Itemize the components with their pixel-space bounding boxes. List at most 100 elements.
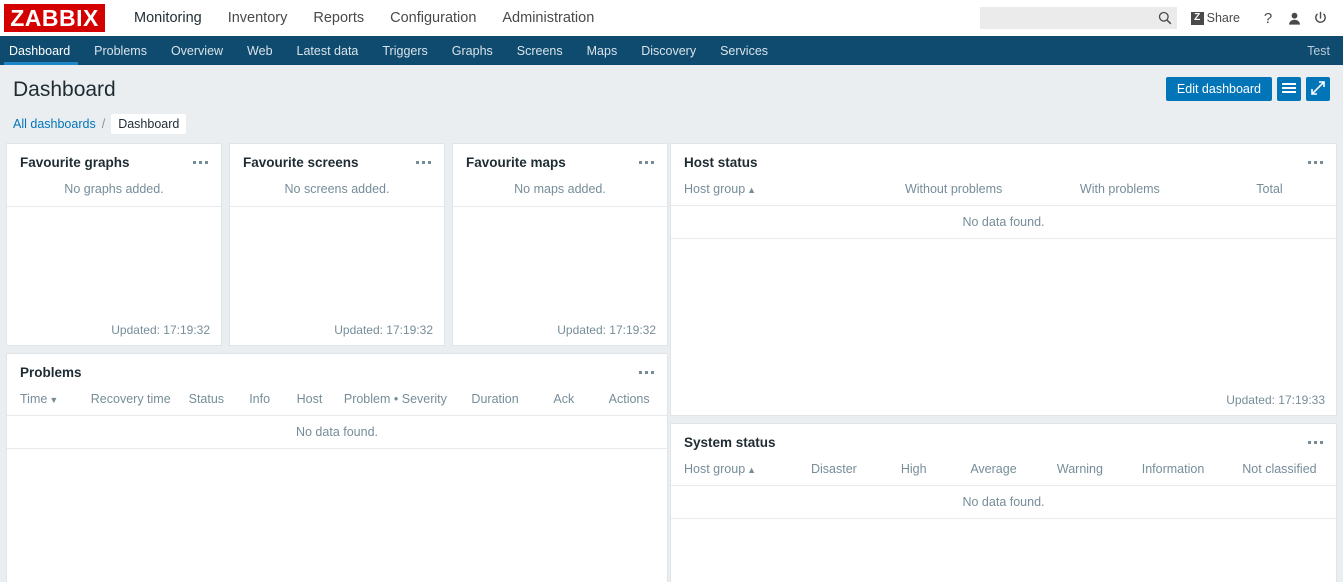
main-nav-item-monitoring[interactable]: Monitoring	[121, 0, 215, 45]
help-icon[interactable]: ?	[1255, 5, 1281, 31]
widget-problems: Problems Time ▼ Recovery time Status Info…	[6, 353, 668, 582]
empty-message: No screens added.	[230, 180, 444, 207]
column-host-group[interactable]: Host group ▲	[671, 180, 871, 206]
widget-title: Host status	[684, 154, 758, 170]
widget-favourite-screens: Favourite screens No screens added. Upda…	[229, 143, 445, 346]
widget-menu-icon[interactable]	[191, 155, 210, 170]
sub-nav-item-services[interactable]: Services	[708, 36, 780, 65]
sub-nav-item-discovery[interactable]: Discovery	[629, 36, 708, 65]
widget-favourite-graphs: Favourite graphs No graphs added. Update…	[6, 143, 222, 346]
widget-body: No maps added. Updated: 17:19:32	[453, 180, 667, 345]
main-navigation: Monitoring Inventory Reports Configurati…	[121, 0, 607, 45]
column-without-problems[interactable]: Without problems	[870, 180, 1037, 206]
main-nav-item-inventory[interactable]: Inventory	[215, 0, 301, 36]
current-user-label[interactable]: Test	[1307, 36, 1343, 65]
column-with-problems[interactable]: With problems	[1036, 180, 1203, 206]
top-header: ZABBIX Monitoring Inventory Reports Conf…	[0, 0, 1343, 45]
sub-nav-item-latest-data[interactable]: Latest data	[285, 36, 371, 65]
dashboard-grid: Favourite graphs No graphs added. Update…	[0, 143, 1343, 582]
sub-nav-item-triggers[interactable]: Triggers	[370, 36, 439, 65]
column-warning[interactable]: Warning	[1036, 460, 1124, 486]
column-ack[interactable]: Ack	[536, 390, 592, 416]
column-label: Host group	[684, 182, 746, 196]
column-not-classified[interactable]: Not classified	[1222, 460, 1336, 486]
widget-menu-icon[interactable]	[1306, 155, 1325, 170]
sub-nav-item-problems[interactable]: Problems	[82, 36, 159, 65]
widget-updated-time: Updated: 17:19:32	[111, 323, 210, 337]
sort-asc-icon: ▲	[747, 464, 757, 475]
widget-body: Time ▼ Recovery time Status Info Host Pro…	[7, 390, 667, 582]
sort-desc-icon: ▼	[49, 394, 59, 405]
problems-table: Time ▼ Recovery time Status Info Host Pro…	[7, 390, 667, 416]
system-status-table: Host group ▲ Disaster High Average Warnin…	[671, 460, 1336, 486]
widget-menu-icon[interactable]	[637, 365, 656, 380]
search-icon[interactable]	[1156, 9, 1174, 27]
share-badge-icon: Z	[1190, 11, 1204, 25]
user-icon[interactable]	[1281, 5, 1307, 31]
widget-host-status: Host status Host group ▲ Without problems…	[670, 143, 1337, 416]
zabbix-logo[interactable]: ZABBIX	[4, 4, 105, 32]
no-data-message: No data found.	[671, 486, 1336, 519]
dashboard-menu-button[interactable]	[1277, 77, 1301, 101]
column-label: Time	[20, 392, 48, 406]
widget-menu-icon[interactable]	[414, 155, 433, 170]
no-data-message: No data found.	[7, 416, 667, 449]
main-nav-item-administration[interactable]: Administration	[489, 0, 607, 36]
column-duration[interactable]: Duration	[453, 390, 537, 416]
host-status-table: Host group ▲ Without problems With proble…	[671, 180, 1336, 206]
widget-header: Host status	[671, 144, 1336, 180]
column-host[interactable]: Host	[281, 390, 337, 416]
sub-nav-item-screens[interactable]: Screens	[505, 36, 575, 65]
column-recovery-time[interactable]: Recovery time	[86, 390, 176, 416]
widget-header: Favourite graphs	[7, 144, 221, 180]
share-button[interactable]: Z Share	[1190, 11, 1240, 25]
widget-updated-time: Updated: 17:19:32	[557, 323, 656, 337]
widget-body: Host group ▲ Disaster High Average Warnin…	[671, 460, 1336, 582]
table-header-row: Host group ▲ Disaster High Average Warnin…	[671, 460, 1336, 486]
column-info[interactable]: Info	[237, 390, 282, 416]
main-nav-item-reports[interactable]: Reports	[300, 0, 377, 36]
column-host-group[interactable]: Host group ▲	[671, 460, 791, 486]
column-time[interactable]: Time ▼	[7, 390, 87, 416]
table-header-row: Host group ▲ Without problems With proble…	[671, 180, 1336, 206]
breadcrumb-current[interactable]: Dashboard	[111, 113, 187, 134]
column-high[interactable]: High	[877, 460, 951, 486]
widget-header: Favourite maps	[453, 144, 667, 180]
widget-updated-time: Updated: 17:19:33	[1226, 393, 1325, 407]
sort-asc-icon: ▲	[747, 184, 757, 195]
widget-body: Host group ▲ Without problems With proble…	[671, 180, 1336, 415]
widget-menu-icon[interactable]	[1306, 435, 1325, 450]
column-information[interactable]: Information	[1123, 460, 1223, 486]
search-input[interactable]	[979, 7, 1177, 29]
breadcrumb-all-dashboards[interactable]: All dashboards	[13, 117, 96, 131]
search-box[interactable]	[979, 7, 1177, 29]
widget-title: System status	[684, 434, 776, 450]
fullscreen-button[interactable]	[1306, 77, 1330, 101]
column-disaster[interactable]: Disaster	[790, 460, 878, 486]
column-status[interactable]: Status	[175, 390, 238, 416]
table-header-row: Time ▼ Recovery time Status Info Host Pro…	[7, 390, 667, 416]
column-total[interactable]: Total	[1203, 180, 1336, 206]
breadcrumb: All dashboards / Dashboard	[0, 112, 1343, 143]
page-header: Dashboard Edit dashboard	[0, 65, 1343, 112]
column-actions[interactable]: Actions	[591, 390, 667, 416]
column-problem-severity[interactable]: Problem • Severity	[336, 390, 454, 416]
sub-nav-item-web[interactable]: Web	[235, 36, 284, 65]
sub-nav-item-overview[interactable]: Overview	[159, 36, 235, 65]
sub-nav-item-dashboard[interactable]: Dashboard	[0, 36, 82, 65]
widget-updated-time: Updated: 17:19:32	[334, 323, 433, 337]
empty-message: No graphs added.	[7, 180, 221, 207]
sub-nav-item-maps[interactable]: Maps	[575, 36, 630, 65]
widget-header: Favourite screens	[230, 144, 444, 180]
no-data-message: No data found.	[671, 206, 1336, 239]
column-average[interactable]: Average	[950, 460, 1037, 486]
sub-nav-item-graphs[interactable]: Graphs	[440, 36, 505, 65]
edit-dashboard-button[interactable]: Edit dashboard	[1165, 77, 1272, 101]
widget-menu-icon[interactable]	[637, 155, 656, 170]
widget-favourite-maps: Favourite maps No maps added. Updated: 1…	[452, 143, 668, 346]
widget-title: Favourite graphs	[20, 154, 130, 170]
main-nav-item-configuration[interactable]: Configuration	[377, 0, 489, 36]
power-icon[interactable]	[1307, 5, 1333, 31]
header-actions: Z Share ?	[979, 5, 1343, 31]
empty-message: No maps added.	[453, 180, 667, 207]
